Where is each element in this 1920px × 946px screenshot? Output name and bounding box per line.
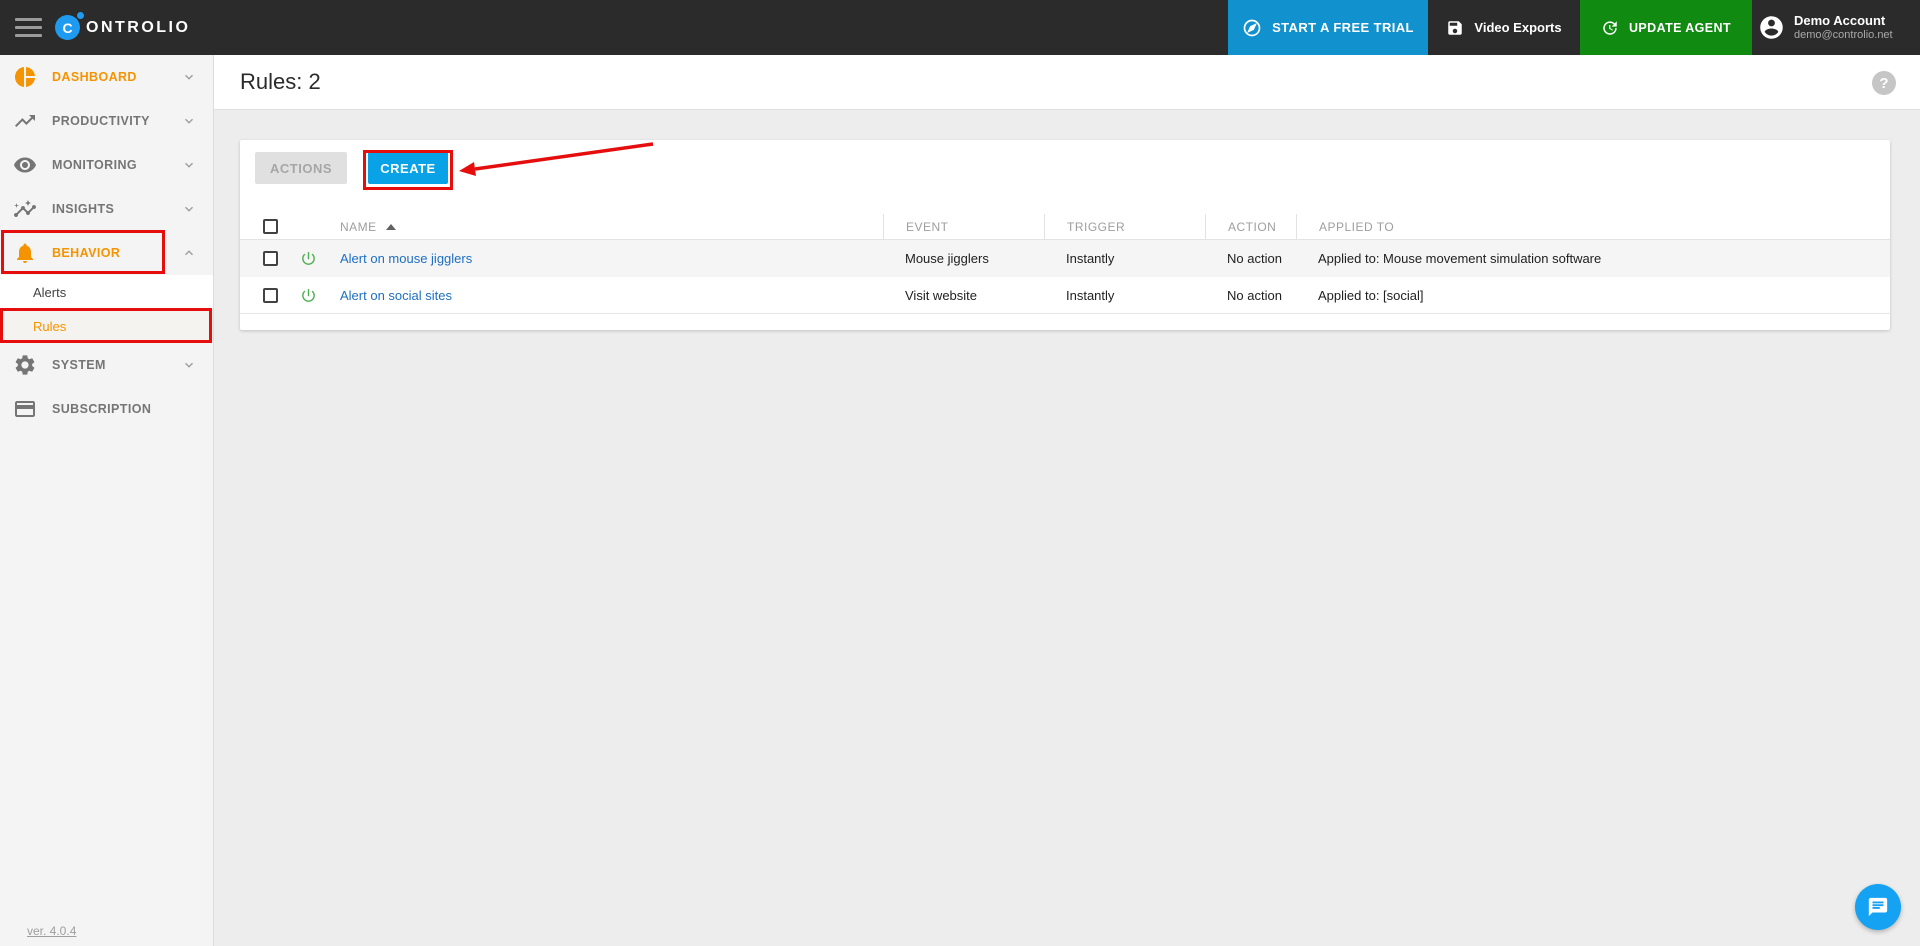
- topbar-actions: START A FREE TRIAL Video Exports UPDATE …: [1228, 0, 1920, 55]
- table-row[interactable]: Alert on mouse jigglers Mouse jigglers I…: [240, 240, 1890, 277]
- logo-dot: [77, 12, 84, 19]
- column-header-action[interactable]: ACTION: [1205, 213, 1296, 240]
- power-icon[interactable]: [300, 287, 317, 304]
- chevron-up-icon: [182, 246, 196, 260]
- row-checkbox[interactable]: [262, 287, 278, 303]
- update-agent-button[interactable]: UPDATE AGENT: [1580, 0, 1752, 55]
- column-header-name-label: NAME: [340, 219, 377, 234]
- save-icon: [1446, 19, 1464, 37]
- rules-card: ACTIONS CREATE NAME EVENT TRIGGER ACTION…: [240, 140, 1890, 330]
- sidebar-item-productivity[interactable]: PRODUCTIVITY: [0, 99, 213, 143]
- sidebar-item-label: SYSTEM: [52, 358, 106, 372]
- help-icon[interactable]: ?: [1872, 71, 1896, 95]
- sidebar-item-label: BEHAVIOR: [52, 246, 121, 260]
- rule-event: Visit website: [905, 287, 978, 303]
- sub-item-label: Rules: [33, 318, 67, 334]
- chevron-down-icon: [182, 202, 196, 216]
- rule-name-link[interactable]: Alert on mouse jigglers: [340, 251, 472, 266]
- compass-icon: [1242, 18, 1262, 38]
- sidebar-item-label: SUBSCRIPTION: [52, 402, 152, 416]
- column-header-applied-to[interactable]: APPLIED TO: [1296, 213, 1890, 240]
- sidebar-item-label: MONITORING: [52, 158, 138, 172]
- column-header-trigger[interactable]: TRIGGER: [1044, 213, 1205, 240]
- start-free-trial-button[interactable]: START A FREE TRIAL: [1228, 0, 1428, 55]
- rule-event: Mouse jigglers: [905, 251, 989, 266]
- page-header: Rules: 2 ?: [214, 55, 1920, 110]
- table-header-row: NAME EVENT TRIGGER ACTION APPLIED TO: [240, 213, 1890, 240]
- sidebar-item-label: DASHBOARD: [52, 70, 137, 84]
- rule-applied-to: Applied to: [social]: [1318, 287, 1424, 303]
- version-link[interactable]: ver. 4.0.4: [27, 924, 76, 938]
- sidebar-item-subscription[interactable]: SUBSCRIPTION: [0, 387, 213, 431]
- behavior-submenu: Alerts Rules: [0, 275, 213, 343]
- eye-icon: [13, 153, 37, 177]
- table-row[interactable]: Alert on social sites Visit website Inst…: [240, 277, 1890, 314]
- account-menu[interactable]: Demo Account demo@controlio.net: [1752, 0, 1920, 55]
- sidebar-item-system[interactable]: SYSTEM: [0, 343, 213, 387]
- insights-icon: [13, 197, 37, 221]
- start-free-trial-label: START A FREE TRIAL: [1272, 20, 1414, 35]
- sort-ascending-icon: [385, 223, 396, 230]
- sidebar-item-insights[interactable]: INSIGHTS: [0, 187, 213, 231]
- rule-name-link[interactable]: Alert on social sites: [340, 288, 452, 303]
- sidebar-item-label: PRODUCTIVITY: [52, 114, 150, 128]
- sub-item-label: Alerts: [33, 284, 67, 300]
- rule-trigger: Instantly: [1066, 287, 1115, 303]
- chevron-down-icon: [182, 114, 196, 128]
- chat-fab-button[interactable]: [1855, 884, 1901, 930]
- update-icon: [1601, 19, 1619, 37]
- chat-icon: [1867, 896, 1889, 918]
- update-agent-label: UPDATE AGENT: [1628, 20, 1732, 35]
- video-exports-label: Video Exports: [1474, 20, 1562, 35]
- rule-applied-to: Applied to: Mouse movement simulation so…: [1318, 251, 1602, 266]
- sidebar-item-monitoring[interactable]: MONITORING: [0, 143, 213, 187]
- select-all-checkbox[interactable]: [262, 219, 278, 234]
- sidebar-item-rules[interactable]: Rules: [0, 309, 213, 343]
- account-circle-icon: [1758, 14, 1785, 41]
- column-header-event[interactable]: EVENT: [883, 213, 1044, 240]
- gear-icon: [13, 353, 37, 377]
- chevron-down-icon: [182, 158, 196, 172]
- rule-action: No action: [1227, 287, 1282, 303]
- trending-up-icon: [13, 109, 37, 133]
- pie-chart-icon: [13, 65, 37, 89]
- toolbar: ACTIONS CREATE: [240, 140, 1890, 184]
- account-texts: Demo Account demo@controlio.net: [1794, 13, 1893, 43]
- sidebar-item-behavior[interactable]: BEHAVIOR: [0, 231, 213, 275]
- chevron-down-icon: [182, 358, 196, 372]
- topbar: C ONTROLIO START A FREE TRIAL Video Expo…: [0, 0, 1920, 55]
- sidebar-item-alerts[interactable]: Alerts: [0, 275, 213, 309]
- logo-mark: C: [55, 15, 80, 40]
- menu-icon[interactable]: [15, 18, 42, 37]
- credit-card-icon: [13, 397, 37, 421]
- power-icon[interactable]: [300, 250, 317, 267]
- rules-table: NAME EVENT TRIGGER ACTION APPLIED TO Ale…: [240, 213, 1890, 314]
- account-email: demo@controlio.net: [1794, 28, 1893, 41]
- main-content: Rules: 2 ? ACTIONS CREATE NAME EVENT TRI…: [214, 55, 1920, 946]
- rule-trigger: Instantly: [1066, 251, 1115, 266]
- create-button[interactable]: CREATE: [368, 152, 448, 184]
- page-title: Rules: 2: [240, 69, 321, 94]
- column-header-name[interactable]: NAME: [333, 220, 883, 234]
- sidebar-item-dashboard[interactable]: DASHBOARD: [0, 55, 213, 99]
- sidebar-item-label: INSIGHTS: [52, 202, 115, 216]
- sidebar: DASHBOARD PRODUCTIVITY MONITORING INSIGH…: [0, 55, 214, 946]
- logo-text: ONTROLIO: [86, 18, 191, 36]
- account-name: Demo Account: [1794, 12, 1886, 28]
- row-checkbox[interactable]: [262, 251, 278, 266]
- actions-button[interactable]: ACTIONS: [255, 152, 347, 184]
- controlio-logo: C ONTROLIO: [55, 12, 191, 40]
- bell-icon: [13, 241, 37, 265]
- video-exports-button[interactable]: Video Exports: [1428, 0, 1580, 55]
- rule-action: No action: [1227, 251, 1282, 266]
- chevron-down-icon: [182, 70, 196, 84]
